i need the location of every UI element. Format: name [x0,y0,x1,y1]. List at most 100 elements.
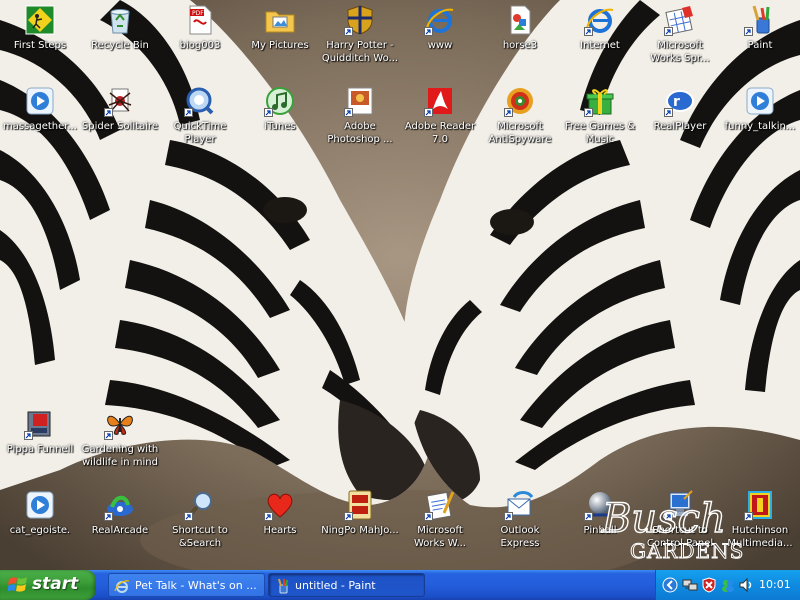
taskbar-button-label: untitled - Paint [295,579,376,592]
messenger-icon[interactable] [720,577,736,593]
desktop-icon-free-games[interactable]: Free Games & Music [560,83,640,146]
shortcut-arrow-icon [24,431,33,440]
shortcut-arrow-icon [424,108,433,117]
folder-icon [265,11,295,33]
taskbar-button-pet-talk[interactable]: Pet Talk - What's on ... [108,573,265,597]
network-icon[interactable] [682,577,698,593]
icon-label: Free Games & Music [564,121,636,145]
icon-label: iTunes [264,121,296,132]
media-file-icon [746,87,774,115]
desktop-icon-pippa-funnell[interactable]: Pippa Funnell [0,406,80,456]
shortcut-arrow-icon [664,27,673,36]
desktop-icon-photoshop[interactable]: Adobe Photoshop ... [320,83,400,146]
shortcut-arrow-icon [584,27,593,36]
desktop-icon-antispyware[interactable]: Microsoft AntiSpyware [480,83,560,146]
desktop-icon-outlook-express[interactable]: Outlook Express [480,487,560,550]
taskbar-button-paint[interactable]: untitled - Paint [268,573,425,597]
icon-label: Harry Potter - Quidditch Wo... [321,40,399,64]
shortcut-arrow-icon [504,108,513,117]
chevron-left-icon[interactable] [662,577,678,593]
desktop-icon-realarcade[interactable]: RealArcade [80,487,160,537]
desktop[interactable]: First Steps Recycle Bin PDF biog003 My P… [0,0,800,570]
start-label: start [32,574,79,594]
desktop-icon-harry-potter[interactable]: Harry Potter - Quidditch Wo... [320,2,400,65]
icon-label: First Steps [13,40,67,51]
desktop-icon-first-steps[interactable]: First Steps [0,2,80,52]
desktop-icon-works-word[interactable]: Microsoft Works W... [400,487,480,550]
media-file-icon [26,87,54,115]
icon-label: Adobe Photoshop ... [327,121,393,145]
icon-label: www [427,40,453,51]
icon-label: Gardening with wildlife in mind [81,444,159,468]
media-file-icon [26,491,54,519]
icon-label: Microsoft Works Spr... [650,40,710,64]
clock[interactable]: 10:01 [759,570,791,600]
desktop-icon-adobe-reader[interactable]: Adobe Reader 7.0 [400,83,480,146]
icon-label: biog003 [179,40,221,51]
desktop-icon-www[interactable]: www [400,2,480,52]
desktop-icon-paint[interactable]: Paint [720,2,800,52]
shortcut-arrow-icon [584,108,593,117]
desktop-icon-horse3[interactable]: horse3 [480,2,560,52]
shortcut-arrow-icon [104,512,113,521]
icon-label: Recycle Bin [91,40,149,51]
taskbar: start Pet Talk - What's on ... untitled … [0,570,800,600]
icon-label: horse3 [502,40,538,51]
icon-label: funny_talkin... [724,121,796,132]
svg-text:PDF: PDF [192,10,204,17]
icon-label: Shortcut to &Search [172,525,228,549]
desktop-icon-my-pictures[interactable]: My Pictures [240,2,320,52]
icon-label: Pippa Funnell [6,444,74,455]
taskbar-button-label: Pet Talk - What's on ... [135,579,257,592]
desktop-icon-quicktime[interactable]: QuickTime Player [160,83,240,146]
shortcut-arrow-icon [344,512,353,521]
shortcut-arrow-icon [184,512,193,521]
shortcut-arrow-icon [504,512,513,521]
icon-label: Paint [747,40,773,51]
icon-label: Hearts [263,525,297,536]
pdf-document-icon: PDF [189,5,212,35]
shortcut-arrow-icon [344,108,353,117]
desktop-icon-massagether[interactable]: massagether... [0,83,80,133]
desktop-icon-itunes[interactable]: iTunes [240,83,320,133]
desktop-icon-mahjong[interactable]: NingPo MahJo... [320,487,400,537]
windows-logo-icon [8,577,27,592]
security-alert-icon[interactable] [701,577,717,593]
system-tray: 10:01 [655,570,800,600]
icon-label: Microsoft Works W... [414,525,466,549]
svg-text:r: r [673,94,680,110]
shortcut-arrow-icon [264,512,273,521]
desktop-icon-internet[interactable]: Internet [560,2,640,52]
desktop-icon-biog003[interactable]: PDF biog003 [160,2,240,52]
shortcut-arrow-icon [264,108,273,117]
desktop-icon-cat-egoiste[interactable]: cat_egoiste. [0,487,80,537]
desktop-icon-search[interactable]: Shortcut to &Search [160,487,240,550]
icon-label: Spider Solitaire [81,121,159,132]
recycle-bin-icon [110,9,130,34]
desktop-icon-hearts[interactable]: Hearts [240,487,320,537]
shortcut-arrow-icon [424,512,433,521]
icon-label: massagether... [2,121,78,132]
icon-label: QuickTime Player [173,121,227,145]
desktop-icon-realplayer[interactable]: r RealPlayer [640,83,720,133]
svg-text:GARDENS: GARDENS [630,539,744,563]
desktop-icon-spider-solitaire[interactable]: Spider Solitaire [80,83,160,133]
desktop-icon-works-spreadsheet[interactable]: Microsoft Works Spr... [640,2,720,65]
start-button[interactable]: start [0,570,96,600]
icon-label: cat_egoiste. [9,525,71,536]
shortcut-arrow-icon [344,27,353,36]
icon-label: Adobe Reader 7.0 [404,121,476,145]
shortcut-arrow-icon [424,27,433,36]
shortcut-arrow-icon [104,431,113,440]
paint-brush-icon [278,578,288,594]
speaker-icon[interactable] [738,577,754,593]
icon-label: RealArcade [91,525,149,536]
svg-text:Busch: Busch [601,496,726,542]
desktop-icon-gardening[interactable]: Gardening with wildlife in mind [80,406,160,469]
icon-label: My Pictures [251,40,309,51]
image-file-icon [510,5,531,35]
desktop-icon-recycle-bin[interactable]: Recycle Bin [80,2,160,52]
icon-label: Outlook Express [500,525,540,549]
desktop-icon-funny-talking[interactable]: funny_talkin... [720,83,800,133]
busch-gardens-logo: Busch GARDENS [600,495,744,563]
